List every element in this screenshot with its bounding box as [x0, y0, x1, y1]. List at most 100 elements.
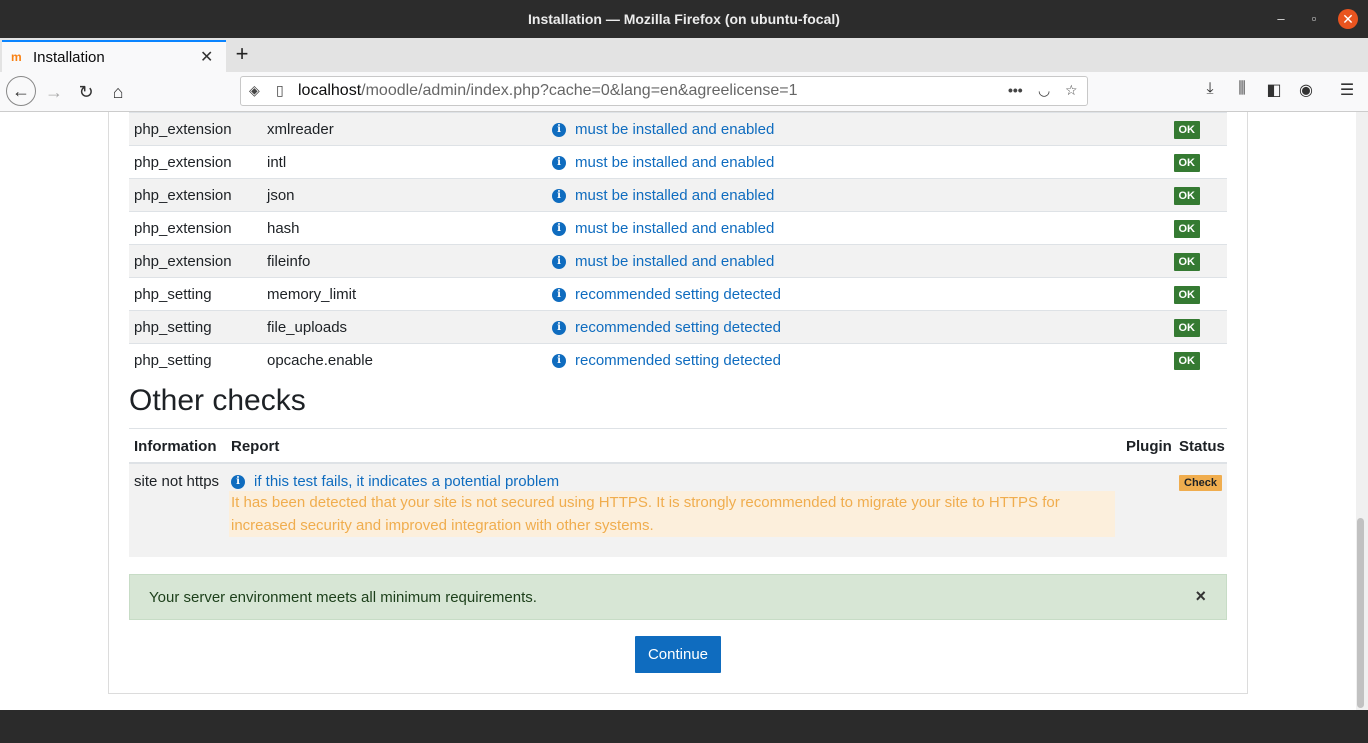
check-report[interactable]: i recommended setting detected [547, 343, 1147, 377]
check-report-link[interactable]: must be installed and enabled [575, 154, 774, 171]
info-icon[interactable]: i [552, 287, 566, 302]
check-report[interactable]: i must be installed and enabled [547, 112, 1147, 146]
check-status: OK [1147, 310, 1227, 344]
status-badge: Check [1179, 475, 1223, 491]
table-row: php_extension json i must be installed and … [129, 178, 1227, 212]
check-report-link[interactable]: recommended setting detected [575, 286, 781, 303]
header-information: Information [134, 438, 217, 455]
check-report-link[interactable]: must be installed and enabled [575, 187, 774, 204]
table-row: php_setting opcache.enable i recommended se… [129, 343, 1227, 377]
home-icon[interactable]: ⌂ [104, 78, 132, 106]
environment-table: php_extension xmlreader i must be installed… [129, 112, 1227, 377]
info-icon[interactable]: i [552, 353, 566, 368]
pocket-icon[interactable]: ◡ [1038, 82, 1050, 99]
scrollbar-thumb[interactable] [1357, 518, 1364, 708]
alert-close-icon[interactable]: × [1195, 586, 1206, 607]
table-row: site not https i if this test fails, it i… [129, 464, 1227, 557]
check-report-link[interactable]: if this test fails, it indicates a poten… [254, 473, 559, 490]
check-type: php_setting [129, 310, 262, 344]
check-type: php_extension [129, 112, 262, 146]
tab-installation[interactable]: m Installation ✕ [2, 40, 226, 72]
info-icon[interactable]: i [231, 475, 245, 490]
check-name: file_uploads [262, 310, 547, 344]
info-icon[interactable]: i [552, 188, 566, 203]
status-badge: OK [1173, 285, 1200, 304]
tab-label: Installation [33, 49, 105, 66]
https-warning: It has been detected that your site is n… [229, 491, 1115, 537]
forward-arrow-icon[interactable]: → [40, 78, 68, 106]
check-report[interactable]: i must be installed and enabled [547, 145, 1147, 179]
shield-icon[interactable]: ◈ [249, 82, 260, 99]
status-badge: OK [1173, 252, 1200, 271]
page-scrollbar[interactable] [1356, 112, 1368, 710]
header-report: Report [231, 438, 280, 455]
table-row: php_setting file_uploads i recommended sett… [129, 310, 1227, 344]
check-name: memory_limit [262, 277, 547, 311]
reload-icon[interactable]: ↻ [72, 78, 100, 106]
account-icon[interactable]: ◉ [1294, 80, 1318, 100]
table-row: php_extension xmlreader i must be installed… [129, 112, 1227, 146]
other-checks-heading: Other checks [129, 384, 306, 417]
check-status: OK [1147, 343, 1227, 377]
window-title: Installation — Mozilla Firefox (on ubunt… [528, 11, 840, 27]
status-badge: OK [1173, 153, 1200, 172]
check-report[interactable]: i recommended setting detected [547, 310, 1147, 344]
check-name: json [262, 178, 547, 212]
success-alert: Your server environment meets all minimu… [129, 574, 1227, 620]
back-arrow-icon[interactable]: ← [6, 76, 36, 106]
status-badge: OK [1173, 351, 1200, 370]
sidebar-icon[interactable]: ◧ [1262, 80, 1286, 100]
url-text[interactable]: localhost/moodle/admin/index.php?cache=0… [298, 82, 797, 100]
header-plugin: Plugin [1126, 438, 1172, 455]
check-report[interactable]: i must be installed and enabled [547, 178, 1147, 212]
page-info-icon[interactable]: ▯ [276, 82, 284, 99]
library-icon[interactable]: ⫼ [1230, 80, 1254, 98]
check-report[interactable]: i must be installed and enabled [547, 244, 1147, 278]
tab-close-icon[interactable]: ✕ [200, 47, 213, 67]
check-report[interactable]: i recommended setting detected [547, 277, 1147, 311]
info-icon[interactable]: i [552, 122, 566, 137]
check-information: site not https [134, 473, 220, 490]
status-badge: OK [1173, 120, 1200, 139]
info-icon[interactable]: i [552, 254, 566, 269]
check-status: OK [1147, 112, 1227, 146]
check-status: OK [1147, 277, 1227, 311]
check-name: xmlreader [262, 112, 547, 146]
check-status: OK [1147, 244, 1227, 278]
check-type: php_setting [129, 343, 262, 377]
status-badge: OK [1173, 219, 1200, 238]
alert-message: Your server environment meets all minimu… [149, 589, 537, 606]
check-report-link[interactable]: must be installed and enabled [575, 121, 774, 138]
moodle-m-icon: m [11, 50, 22, 64]
check-report-link[interactable]: must be installed and enabled [575, 220, 774, 237]
minimize-icon[interactable]: – [1271, 9, 1291, 29]
check-status: OK [1147, 145, 1227, 179]
menu-icon[interactable]: ☰ [1335, 80, 1359, 100]
info-icon[interactable]: i [552, 221, 566, 236]
url-host: localhost [298, 82, 362, 99]
check-name: fileinfo [262, 244, 547, 278]
check-name: intl [262, 145, 547, 179]
continue-button[interactable]: Continue [635, 636, 721, 673]
check-name: opcache.enable [262, 343, 547, 377]
window-titlebar: Installation — Mozilla Firefox (on ubunt… [0, 0, 1368, 38]
page-actions-icon[interactable]: ••• [1008, 82, 1023, 98]
downloads-icon[interactable]: ⤓ [1198, 80, 1222, 98]
check-report-link[interactable]: recommended setting detected [575, 319, 781, 336]
window-close-icon[interactable]: ✕ [1338, 9, 1358, 29]
maximize-icon[interactable]: ▫ [1304, 9, 1324, 29]
check-report-link[interactable]: recommended setting detected [575, 352, 781, 369]
new-tab-icon[interactable]: + [230, 42, 254, 66]
check-report[interactable]: i if this test fails, it indicates a pote… [231, 473, 559, 490]
check-type: php_extension [129, 178, 262, 212]
table-header-row: Information Report Plugin Status [129, 428, 1227, 464]
check-report[interactable]: i must be installed and enabled [547, 211, 1147, 245]
check-report-link[interactable]: must be installed and enabled [575, 253, 774, 270]
url-bar[interactable]: ◈ ▯ localhost/moodle/admin/index.php?cac… [240, 76, 1088, 106]
check-type: php_extension [129, 145, 262, 179]
check-status: OK [1147, 211, 1227, 245]
info-icon[interactable]: i [552, 155, 566, 170]
info-icon[interactable]: i [552, 320, 566, 335]
header-status: Status [1179, 438, 1225, 455]
bookmark-star-icon[interactable]: ☆ [1065, 82, 1078, 99]
